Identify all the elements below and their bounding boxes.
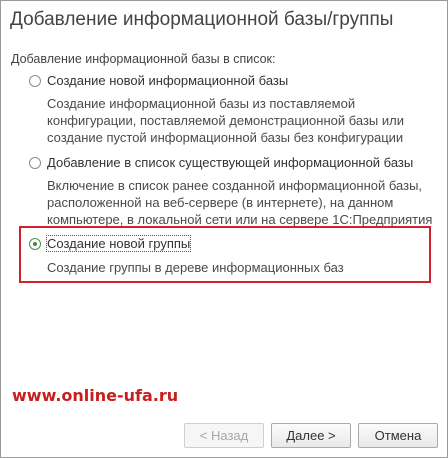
section-label: Добавление информационной базы в список: (11, 52, 276, 66)
dialog-window: Добавление информационной базы/группы До… (0, 0, 448, 458)
radio-add-existing[interactable] (29, 157, 41, 169)
option-new-infobase-description: Создание информационной базы из поставля… (47, 95, 404, 146)
cancel-button[interactable]: Отмена (358, 423, 438, 448)
option-add-existing-label[interactable]: Добавление в список существующей информа… (47, 155, 413, 170)
option-add-existing-description: Включение в список ранее созданной инфор… (47, 177, 432, 228)
option-new-infobase-label[interactable]: Создание новой информационной базы (47, 73, 288, 88)
watermark: www.online-ufa.ru (12, 386, 179, 405)
description-line: Создание группы в дереве информационных … (47, 260, 344, 275)
description-line: создание пустой информационной базы без … (47, 130, 404, 145)
radio-new-infobase[interactable] (29, 75, 41, 87)
description-line: Включение в список ранее созданной инфор… (47, 178, 423, 193)
back-button[interactable]: < Назад (184, 423, 264, 448)
description-line: расположенной на веб-сервере (в интернет… (47, 195, 394, 210)
option-new-group-label[interactable]: Создание новой группы (45, 235, 192, 252)
next-button[interactable]: Далее > (271, 423, 351, 448)
radio-new-group[interactable] (29, 238, 41, 250)
description-line: конфигурации, поставляемой демонстрацион… (47, 113, 404, 128)
option-new-group-description: Создание группы в дереве информационных … (47, 259, 344, 276)
dialog-title: Добавление информационной базы/группы (10, 9, 394, 30)
description-line: Создание информационной базы из поставля… (47, 96, 356, 111)
